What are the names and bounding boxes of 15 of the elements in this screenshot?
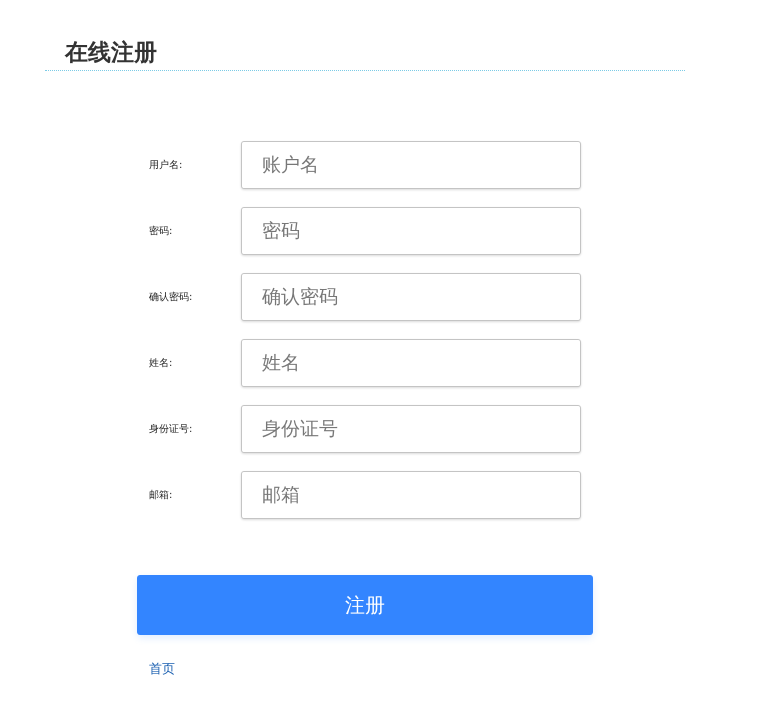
register-button[interactable]: 注册 (137, 575, 593, 635)
input-field[interactable]: 姓名 (241, 339, 581, 387)
input-field[interactable]: 账户名 (241, 141, 581, 189)
field-label: 确认密码: (149, 290, 194, 304)
input-field[interactable]: 确认密码 (241, 273, 581, 321)
field-label: 邮箱: (149, 488, 174, 502)
input-field[interactable]: 密码 (241, 207, 581, 255)
field-label: 密码: (149, 224, 174, 238)
field-label: 身份证号: (149, 423, 194, 436)
input-field[interactable]: 邮箱 (241, 471, 581, 519)
page-title: 在线注册 (65, 39, 158, 68)
field-label: 用户名: (149, 158, 184, 172)
input-field[interactable]: 身份证号 (241, 405, 581, 453)
field-label: 姓名: (149, 357, 174, 370)
home-link[interactable]: 首页 (149, 660, 175, 678)
